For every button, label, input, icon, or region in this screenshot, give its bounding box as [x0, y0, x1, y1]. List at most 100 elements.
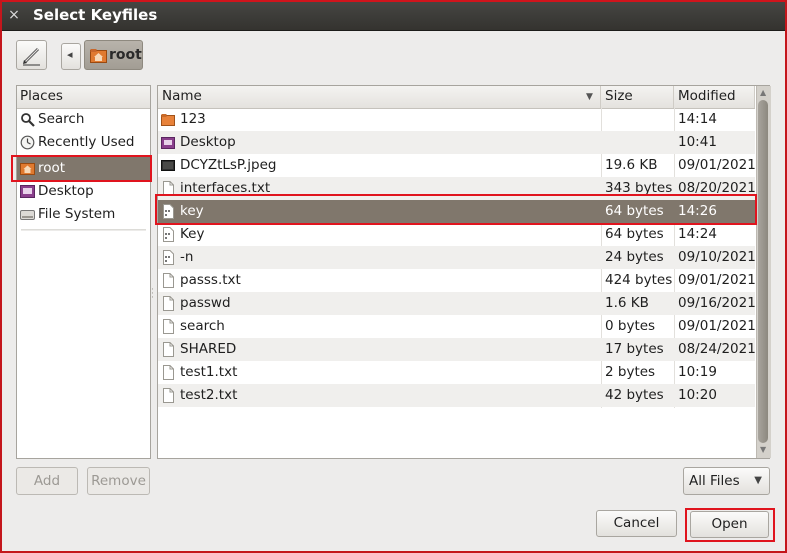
- file-size: 1.6 KB: [605, 295, 649, 311]
- file-modified: 14:26: [678, 203, 717, 219]
- file-name: Desktop: [180, 134, 236, 150]
- file-icon: [163, 181, 174, 196]
- pencil-icon: [23, 47, 40, 66]
- file-row-selected[interactable]: key 64 bytes 14:26: [158, 200, 755, 223]
- sort-descending-icon: ▼: [586, 92, 593, 102]
- type-location-button[interactable]: [16, 40, 47, 70]
- place-item-file-system[interactable]: File System: [17, 203, 150, 226]
- file-size: 42 bytes: [605, 387, 664, 403]
- scroll-up-icon[interactable]: ▲: [760, 88, 766, 97]
- file-row[interactable]: 123 14:14: [158, 108, 755, 131]
- place-label: Desktop: [38, 183, 94, 199]
- scroll-down-icon[interactable]: ▼: [760, 445, 766, 454]
- binary-file-icon: [163, 250, 174, 265]
- scrollbar-thumb[interactable]: [758, 100, 768, 443]
- file-size: 64 bytes: [605, 226, 664, 242]
- place-item-desktop[interactable]: Desktop: [17, 180, 150, 203]
- file-name: test2.txt: [180, 387, 238, 403]
- highlight-left-edge: [0, 0, 2, 553]
- file-modified: 10:19: [678, 364, 717, 380]
- path-back-button[interactable]: ◂: [61, 43, 81, 70]
- file-icon: [163, 388, 174, 403]
- close-icon[interactable]: ×: [4, 5, 24, 25]
- desktop-folder-icon: [20, 185, 35, 198]
- place-label: root: [38, 160, 66, 176]
- file-row[interactable]: Key 64 bytes 14:24: [158, 223, 755, 246]
- home-folder-icon: [90, 49, 107, 63]
- place-item-root[interactable]: root: [17, 157, 150, 180]
- file-size: 17 bytes: [605, 341, 664, 357]
- file-row[interactable]: SHARED 17 bytes 08/24/2021: [158, 338, 756, 361]
- file-modified: 10:20: [678, 387, 717, 403]
- desktop-folder-icon: [161, 137, 175, 149]
- place-item-recently-used[interactable]: Recently Used: [17, 131, 150, 154]
- file-modified: 09/01/2021: [678, 272, 756, 288]
- file-size: 64 bytes: [605, 203, 664, 219]
- file-name: test1.txt: [180, 364, 238, 380]
- file-list-panel: Name ▼ Size Modified 123 14:14 Desktop 1…: [157, 85, 771, 459]
- file-name: key: [180, 203, 204, 219]
- places-header[interactable]: Places: [17, 86, 150, 109]
- places-separator: [21, 229, 146, 231]
- home-folder-icon: [20, 163, 35, 175]
- binary-file-icon: [163, 227, 174, 242]
- file-filter-dropdown[interactable]: All Files ▼: [683, 467, 770, 495]
- drive-icon: [20, 210, 35, 220]
- file-modified: 09/01/2021: [678, 157, 756, 173]
- file-row[interactable]: passs.txt 424 bytes 09/01/2021: [158, 269, 756, 292]
- folder-icon: [161, 114, 175, 126]
- file-row[interactable]: passwd 1.6 KB 09/16/2021: [158, 292, 756, 315]
- file-modified: 08/20/2021: [678, 180, 756, 196]
- column-header-name[interactable]: Name ▼: [158, 86, 601, 108]
- remove-bookmark-button[interactable]: Remove: [87, 467, 150, 495]
- file-size: 0 bytes: [605, 318, 656, 334]
- file-modified: 10:41: [678, 134, 717, 150]
- places-panel: Places Search Recently Used root Desktop…: [16, 85, 151, 459]
- file-modified: 14:24: [678, 226, 717, 242]
- file-size: 343 bytes: [605, 180, 673, 196]
- window-title: Select Keyfiles: [33, 6, 158, 24]
- place-label: File System: [38, 206, 116, 222]
- file-filter-value: All Files: [689, 473, 740, 489]
- file-row[interactable]: interfaces.txt 343 bytes 08/20/2021: [158, 177, 756, 200]
- clock-icon: [20, 135, 35, 150]
- place-label: Recently Used: [38, 134, 135, 150]
- file-icon: [163, 273, 174, 288]
- path-root-button[interactable]: root: [84, 40, 143, 70]
- chevron-down-icon: ▼: [754, 475, 762, 486]
- file-name: DCYZtLsP.jpeg: [180, 157, 277, 173]
- file-icon: [163, 342, 174, 357]
- file-modified: 09/01/2021: [678, 318, 756, 334]
- file-modified: 08/24/2021: [678, 341, 756, 357]
- search-icon: [21, 113, 35, 127]
- column-header-size[interactable]: Size: [601, 86, 674, 108]
- cancel-button[interactable]: Cancel: [596, 510, 677, 537]
- file-name: search: [180, 318, 225, 334]
- highlight-top-edge: [0, 0, 787, 2]
- add-bookmark-button[interactable]: Add: [16, 467, 78, 495]
- column-header-modified[interactable]: Modified: [674, 86, 755, 108]
- place-item-search[interactable]: Search: [17, 108, 150, 131]
- file-size: 24 bytes: [605, 249, 664, 265]
- title-bar: × Select Keyfiles: [0, 0, 787, 31]
- open-button[interactable]: Open: [690, 511, 769, 538]
- file-row[interactable]: test2.txt 42 bytes 10:20: [158, 384, 755, 407]
- column-name-label: Name: [162, 88, 202, 104]
- file-name: -n: [180, 249, 194, 265]
- file-row[interactable]: search 0 bytes 09/01/2021: [158, 315, 756, 338]
- file-modified: 14:14: [678, 111, 717, 127]
- file-modified: 09/16/2021: [678, 295, 756, 311]
- file-size: 19.6 KB: [605, 157, 658, 173]
- place-label: Search: [38, 111, 85, 127]
- file-row[interactable]: Desktop 10:41: [158, 131, 755, 154]
- file-name: interfaces.txt: [180, 180, 271, 196]
- file-name: SHARED: [180, 341, 237, 357]
- chevron-left-icon: ◂: [67, 48, 73, 61]
- file-row[interactable]: test1.txt 2 bytes 10:19: [158, 361, 755, 384]
- image-file-icon: [161, 160, 175, 171]
- vertical-scrollbar[interactable]: ▲ ▼: [756, 86, 771, 458]
- path-root-label: root: [109, 47, 142, 63]
- file-row[interactable]: -n 24 bytes 09/10/2021: [158, 246, 756, 269]
- file-row[interactable]: DCYZtLsP.jpeg 19.6 KB 09/01/2021: [158, 154, 756, 177]
- file-size: 2 bytes: [605, 364, 656, 380]
